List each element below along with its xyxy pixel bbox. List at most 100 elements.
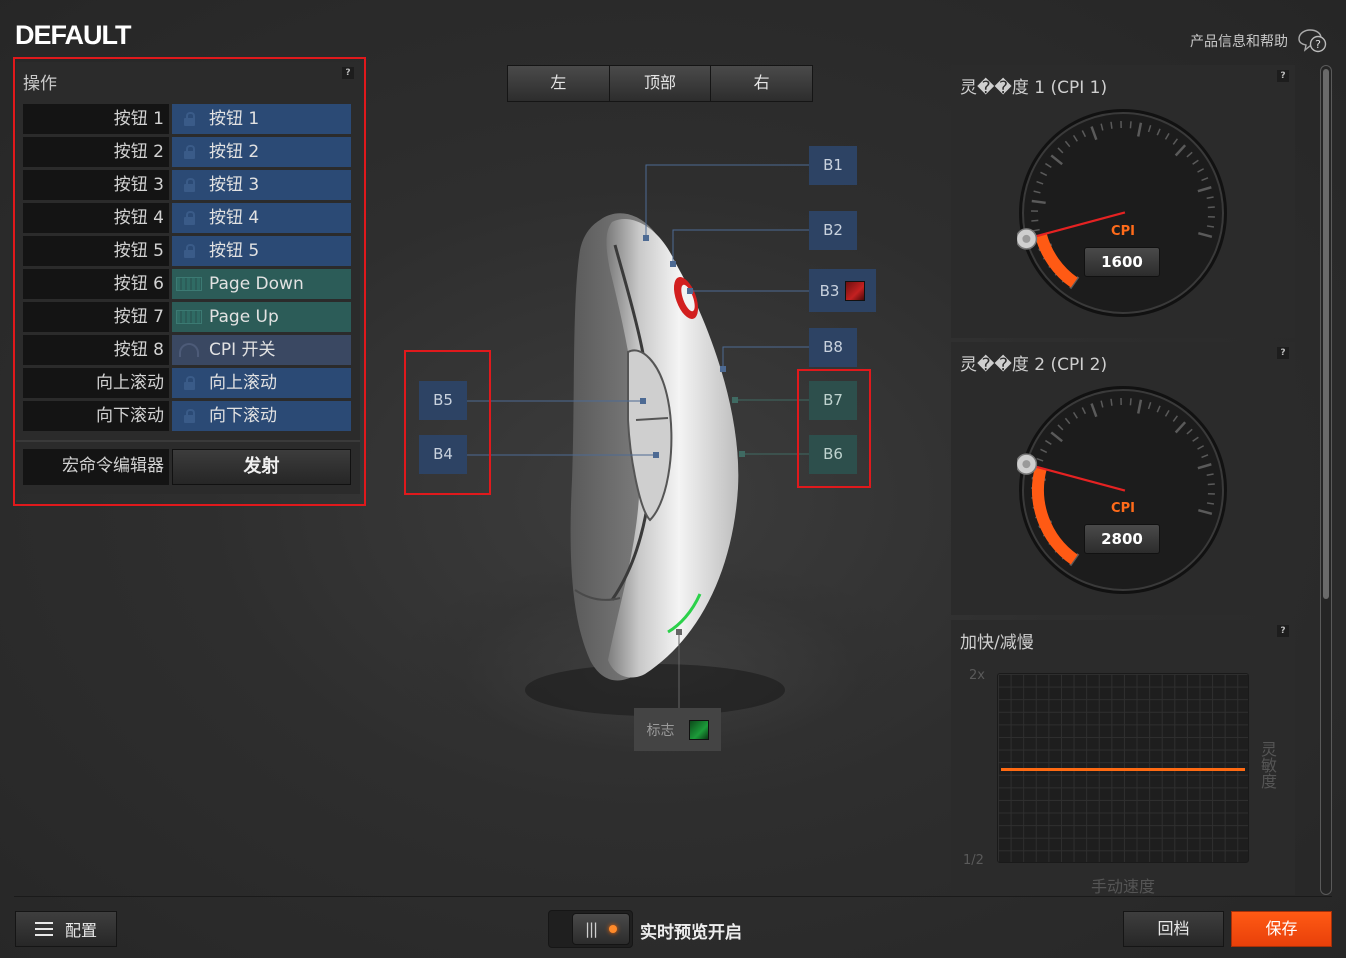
action-binding-label: Page Down — [209, 274, 304, 294]
logo-light-button[interactable]: 标志 — [634, 708, 721, 751]
gauge-slider-knob-center — [1022, 460, 1031, 469]
mouse-button-b2[interactable]: B2 — [809, 211, 857, 250]
action-row: 按钮 5 按钮 5 — [23, 236, 352, 266]
action-button-label: 向下滚动 — [23, 401, 169, 431]
config-button[interactable]: 配置 — [15, 911, 117, 947]
lock-icon — [175, 376, 203, 390]
b3-label: B3 — [819, 281, 840, 300]
fire-button[interactable]: 发射 — [172, 449, 351, 485]
cpi1-title: 灵��度 1 (CPI 1) — [960, 78, 1108, 98]
action-button-label: 按钮 2 — [23, 137, 169, 167]
revert-button[interactable]: 回档 — [1123, 911, 1224, 947]
gauge-tick — [1129, 398, 1132, 406]
svg-text:?: ? — [1315, 38, 1321, 51]
gauge-icon — [175, 343, 203, 357]
action-binding-label: CPI 开关 — [209, 340, 276, 360]
actions-help-button[interactable]: ? — [342, 67, 354, 79]
mouse-button-b5[interactable]: B5 — [419, 381, 467, 420]
action-binding-label: 按钮 2 — [209, 142, 260, 162]
action-button-label: 按钮 6 — [23, 269, 169, 299]
toggle-knob[interactable]: ||| — [572, 913, 630, 945]
mouse-button-b8[interactable]: B8 — [809, 328, 857, 367]
settings-scrollbar[interactable] — [1320, 65, 1332, 895]
cpi1-value[interactable]: 1600 — [1084, 247, 1160, 277]
action-binding[interactable]: 按钮 1 — [172, 104, 351, 134]
action-binding[interactable]: CPI 开关 — [172, 335, 351, 365]
gauge-tick — [1031, 219, 1039, 222]
mouse-button-b1[interactable]: B1 — [809, 146, 857, 185]
tab-left[interactable]: 左 — [508, 66, 610, 101]
action-row: 按钮 4 按钮 4 — [23, 203, 352, 233]
action-binding[interactable]: Page Down — [172, 269, 351, 299]
action-row: 按钮 6 Page Down — [23, 269, 352, 299]
acceleration-panel: 加快/减慢 ? — [951, 620, 1295, 895]
acceleration-help-button[interactable]: ? — [1277, 625, 1289, 637]
save-button[interactable]: 保存 — [1231, 911, 1332, 947]
help-link-label: 产品信息和帮助 — [1190, 34, 1288, 50]
action-binding-label: 按钮 3 — [209, 175, 260, 195]
lock-icon — [175, 409, 203, 423]
lock-icon — [175, 211, 203, 225]
tab-top[interactable]: 顶部 — [609, 66, 712, 101]
keyboard-icon — [175, 310, 203, 324]
lock-icon — [175, 244, 203, 258]
graph-y-min-label: 1/2 — [963, 853, 984, 868]
acceleration-curve[interactable] — [1001, 768, 1245, 771]
mouse-button-b3[interactable]: B3 — [809, 269, 876, 312]
cpi1-panel: 灵��度 1 (CPI 1) ? CPI 1600 — [951, 65, 1295, 338]
cpi1-unit-label: CPI — [1111, 224, 1135, 239]
lock-icon — [175, 145, 203, 159]
action-button-label: 按钮 4 — [23, 203, 169, 233]
settings-column: 灵��度 1 (CPI 1) ? CPI 1600 灵��度 2 (CPI 2)… — [951, 65, 1295, 896]
action-binding[interactable]: 按钮 2 — [172, 137, 351, 167]
actions-panel-title: 操作 — [23, 74, 57, 94]
action-row: 按钮 3 按钮 3 — [23, 170, 352, 200]
logo-color-swatch[interactable] — [688, 719, 709, 740]
acceleration-graph[interactable] — [997, 673, 1249, 863]
graph-x-axis-label: 手动速度 — [1090, 877, 1155, 896]
action-button-label: 按钮 7 — [23, 302, 169, 332]
mouse-button-b4[interactable]: B4 — [419, 435, 467, 474]
tab-right[interactable]: 右 — [711, 66, 813, 101]
scrollbar-thumb[interactable] — [1323, 69, 1329, 599]
lock-icon — [175, 112, 203, 126]
actions-panel: 操作 ? 按钮 1 按钮 1 按钮 2 按钮 2 按钮 3 按钮 3 按钮 4 按钮 4 按钮 … — [16, 62, 360, 494]
cpi1-gauge[interactable] — [1017, 107, 1229, 319]
mouse-button-b7[interactable]: B7 — [809, 381, 857, 420]
macro-row: 宏命令编辑器 发射 — [23, 449, 352, 485]
action-binding[interactable]: Page Up — [172, 302, 351, 332]
action-binding[interactable]: 按钮 4 — [172, 203, 351, 233]
action-binding[interactable]: 按钮 5 — [172, 236, 351, 266]
action-button-label: 按钮 8 — [23, 335, 169, 365]
product-info-help-link[interactable]: 产品信息和帮助 ? — [1190, 28, 1328, 54]
divider — [16, 440, 360, 442]
live-preview-label: 实时预览开启 — [640, 923, 742, 943]
cpi1-help-button[interactable]: ? — [1277, 70, 1289, 82]
cpi2-unit-label: CPI — [1111, 501, 1135, 516]
view-tabs: 左 顶部 右 — [507, 65, 813, 102]
action-button-label: 按钮 3 — [23, 170, 169, 200]
grip-icon: ||| — [584, 920, 598, 938]
mouse-button-b6[interactable]: B6 — [809, 435, 857, 474]
action-binding[interactable]: 向上滚动 — [172, 368, 351, 398]
graph-y-axis-label: 灵敏度 — [1258, 741, 1277, 789]
gauge-tick — [1110, 398, 1113, 406]
action-row: 向上滚动 向上滚动 — [23, 368, 352, 398]
b3-color-swatch[interactable] — [845, 280, 866, 301]
cpi2-value[interactable]: 2800 — [1084, 524, 1160, 554]
action-button-label: 向上滚动 — [23, 368, 169, 398]
action-button-label: 按钮 1 — [23, 104, 169, 134]
action-binding-label: 向上滚动 — [209, 373, 277, 393]
action-row: 按钮 8 CPI 开关 — [23, 335, 352, 365]
cpi2-gauge[interactable] — [1017, 384, 1229, 596]
live-preview-toggle[interactable]: ||| — [548, 910, 633, 948]
cpi2-title: 灵��度 2 (CPI 2) — [960, 355, 1108, 375]
action-binding[interactable]: 向下滚动 — [172, 401, 351, 431]
action-row: 按钮 7 Page Up — [23, 302, 352, 332]
action-row: 按钮 1 按钮 1 — [23, 104, 352, 134]
config-button-label: 配置 — [64, 921, 97, 940]
action-binding[interactable]: 按钮 3 — [172, 170, 351, 200]
gauge-tick — [1110, 121, 1113, 129]
footer-divider — [14, 896, 1332, 897]
cpi2-help-button[interactable]: ? — [1277, 347, 1289, 359]
